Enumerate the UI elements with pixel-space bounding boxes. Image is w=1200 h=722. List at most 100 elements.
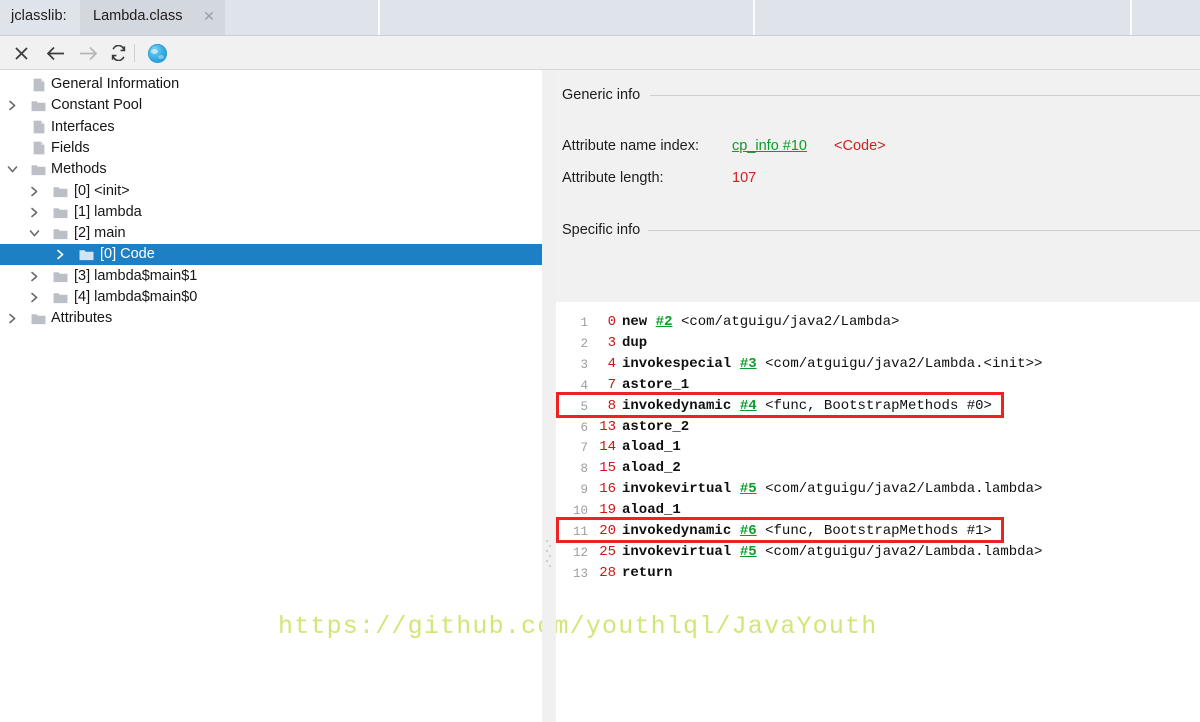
chevron-right-icon[interactable] <box>26 266 42 287</box>
chevron-down-icon[interactable] <box>26 223 42 244</box>
jclasslib-window: jclasslib: Lambda.class ✕ <box>0 0 1200 722</box>
close-icon <box>14 46 29 61</box>
bytecode-line[interactable]: 1225invokevirtual#5<com/atguigu/java2/La… <box>556 542 1200 563</box>
folder-icon <box>78 244 95 265</box>
constant-pool-ref-link[interactable]: #4 <box>740 398 757 414</box>
bytecode-mnemonic: invokevirtual <box>622 481 731 497</box>
line-number: 10 <box>556 504 588 518</box>
attribute-length-label: Attribute length: <box>562 170 664 186</box>
tree-item-label: [0] <init> <box>74 183 130 199</box>
tree-item-1-lambda[interactable]: [1] lambda <box>0 202 542 223</box>
bytecode-offset: 20 <box>592 523 616 539</box>
arrow-right-icon <box>79 46 98 61</box>
chevron-right-icon[interactable] <box>26 287 42 308</box>
tree-item-3-lambda-main-1[interactable]: [3] lambda$main$1 <box>0 266 542 287</box>
folder-icon <box>79 248 94 261</box>
document-icon <box>30 117 47 138</box>
tree-item-methods[interactable]: Methods <box>0 159 542 180</box>
panel-splitter[interactable] <box>542 70 556 722</box>
folder-icon <box>53 185 68 198</box>
chevron-right-icon <box>29 292 40 303</box>
bytecode-mnemonic: dup <box>622 335 647 351</box>
bytecode-mnemonic: invokedynamic <box>622 398 731 414</box>
bytecode-line[interactable]: 1328return <box>556 563 1200 584</box>
close-icon[interactable]: ✕ <box>202 9 216 23</box>
constant-pool-ref-link[interactable]: #5 <box>740 544 757 560</box>
bytecode-comment: <com/atguigu/java2/Lambda.<init>> <box>765 356 1042 372</box>
line-number: 4 <box>556 379 588 393</box>
bytecode-listing[interactable]: 10new#2<com/atguigu/java2/Lambda>23dup34… <box>556 302 1200 722</box>
bytecode-line[interactable]: 47astore_1 <box>556 375 1200 396</box>
attribute-length-value: 107 <box>732 170 756 186</box>
bytecode-comment: <com/atguigu/java2/Lambda.lambda> <box>765 481 1042 497</box>
chevron-right-icon <box>55 249 66 260</box>
specific-info-rule <box>648 230 1200 231</box>
arrow-left-icon <box>46 46 65 61</box>
folder-icon <box>52 266 69 287</box>
document-tab-label: Lambda.class <box>93 8 182 24</box>
tree-item-constant-pool[interactable]: Constant Pool <box>0 95 542 116</box>
constant-pool-ref-link[interactable]: #2 <box>656 314 673 330</box>
constant-pool-ref-link[interactable]: #6 <box>740 523 757 539</box>
chevron-right-icon[interactable] <box>26 181 42 202</box>
tree-item-0-init[interactable]: [0] <init> <box>0 181 542 202</box>
constant-pool-ref-link[interactable]: #5 <box>740 481 757 497</box>
tree-item-4-lambda-main-0[interactable]: [4] lambda$main$0 <box>0 287 542 308</box>
class-structure-tree[interactable]: General InformationConstant PoolInterfac… <box>0 70 542 722</box>
reload-button[interactable] <box>105 40 131 66</box>
folder-icon <box>30 95 47 116</box>
attribute-name-index-value: <Code> <box>834 138 886 154</box>
chevron-right-icon[interactable] <box>4 95 20 116</box>
close-button[interactable] <box>8 40 34 66</box>
bytecode-line[interactable]: 1120invokedynamic#6<func, BootstrapMetho… <box>556 521 1200 542</box>
toolbar <box>0 36 1200 70</box>
app-name-label: jclasslib: <box>11 8 67 24</box>
document-tab-lambda-class[interactable]: Lambda.class ✕ <box>80 0 225 36</box>
chevron-right-icon[interactable] <box>4 308 20 329</box>
chevron-right-icon <box>7 100 18 111</box>
tree-item-fields[interactable]: Fields <box>0 138 542 159</box>
cp-info-link[interactable]: cp_info #10 <box>732 138 807 154</box>
folder-icon <box>53 227 68 240</box>
tree-item-label: [4] lambda$main$0 <box>74 289 197 305</box>
titlebar-segment-3 <box>753 0 1132 36</box>
bytecode-line[interactable]: 58invokedynamic#4<func, BootstrapMethods… <box>556 396 1200 417</box>
generic-info-heading: Generic info <box>562 87 640 103</box>
toolbar-separator <box>134 44 135 62</box>
document-icon <box>30 138 47 159</box>
back-button[interactable] <box>42 40 68 66</box>
tree-item-general-information[interactable]: General Information <box>0 74 542 95</box>
folder-icon <box>52 181 69 202</box>
folder-icon <box>52 202 69 223</box>
folder-icon <box>53 206 68 219</box>
chevron-right-icon <box>29 186 40 197</box>
bytecode-line[interactable]: 916invokevirtual#5<com/atguigu/java2/Lam… <box>556 479 1200 500</box>
bytecode-mnemonic: astore_2 <box>622 419 689 435</box>
chevron-right-icon[interactable] <box>52 244 68 265</box>
bytecode-line[interactable]: 23dup <box>556 333 1200 354</box>
generic-info-rule <box>650 95 1200 96</box>
tree-item-interfaces[interactable]: Interfaces <box>0 117 542 138</box>
document-icon <box>33 141 45 155</box>
bytecode-mnemonic: astore_1 <box>622 377 689 393</box>
chevron-right-icon[interactable] <box>26 202 42 223</box>
constant-pool-ref-link[interactable]: #3 <box>740 356 757 372</box>
bytecode-offset: 25 <box>592 544 616 560</box>
folder-icon <box>31 99 46 112</box>
line-number: 8 <box>556 462 588 476</box>
bytecode-line[interactable]: 10new#2<com/atguigu/java2/Lambda> <box>556 312 1200 333</box>
tree-item-0-code[interactable]: [0] Code <box>0 244 542 265</box>
document-icon <box>33 78 45 92</box>
bytecode-line[interactable]: 714aload_1 <box>556 437 1200 458</box>
reload-icon <box>110 45 127 61</box>
bytecode-line[interactable]: 34invokespecial#3<com/atguigu/java2/Lamb… <box>556 354 1200 375</box>
bytecode-offset: 4 <box>592 356 616 372</box>
tree-item-2-main[interactable]: [2] main <box>0 223 542 244</box>
bytecode-mnemonic: aload_1 <box>622 439 681 455</box>
bytecode-line[interactable]: 815aload_2 <box>556 458 1200 479</box>
bytecode-line[interactable]: 1019aload_1 <box>556 500 1200 521</box>
tree-item-attributes[interactable]: Attributes <box>0 308 542 329</box>
bytecode-line[interactable]: 613astore_2 <box>556 417 1200 438</box>
globe-icon[interactable] <box>148 44 167 63</box>
chevron-down-icon[interactable] <box>4 159 20 180</box>
